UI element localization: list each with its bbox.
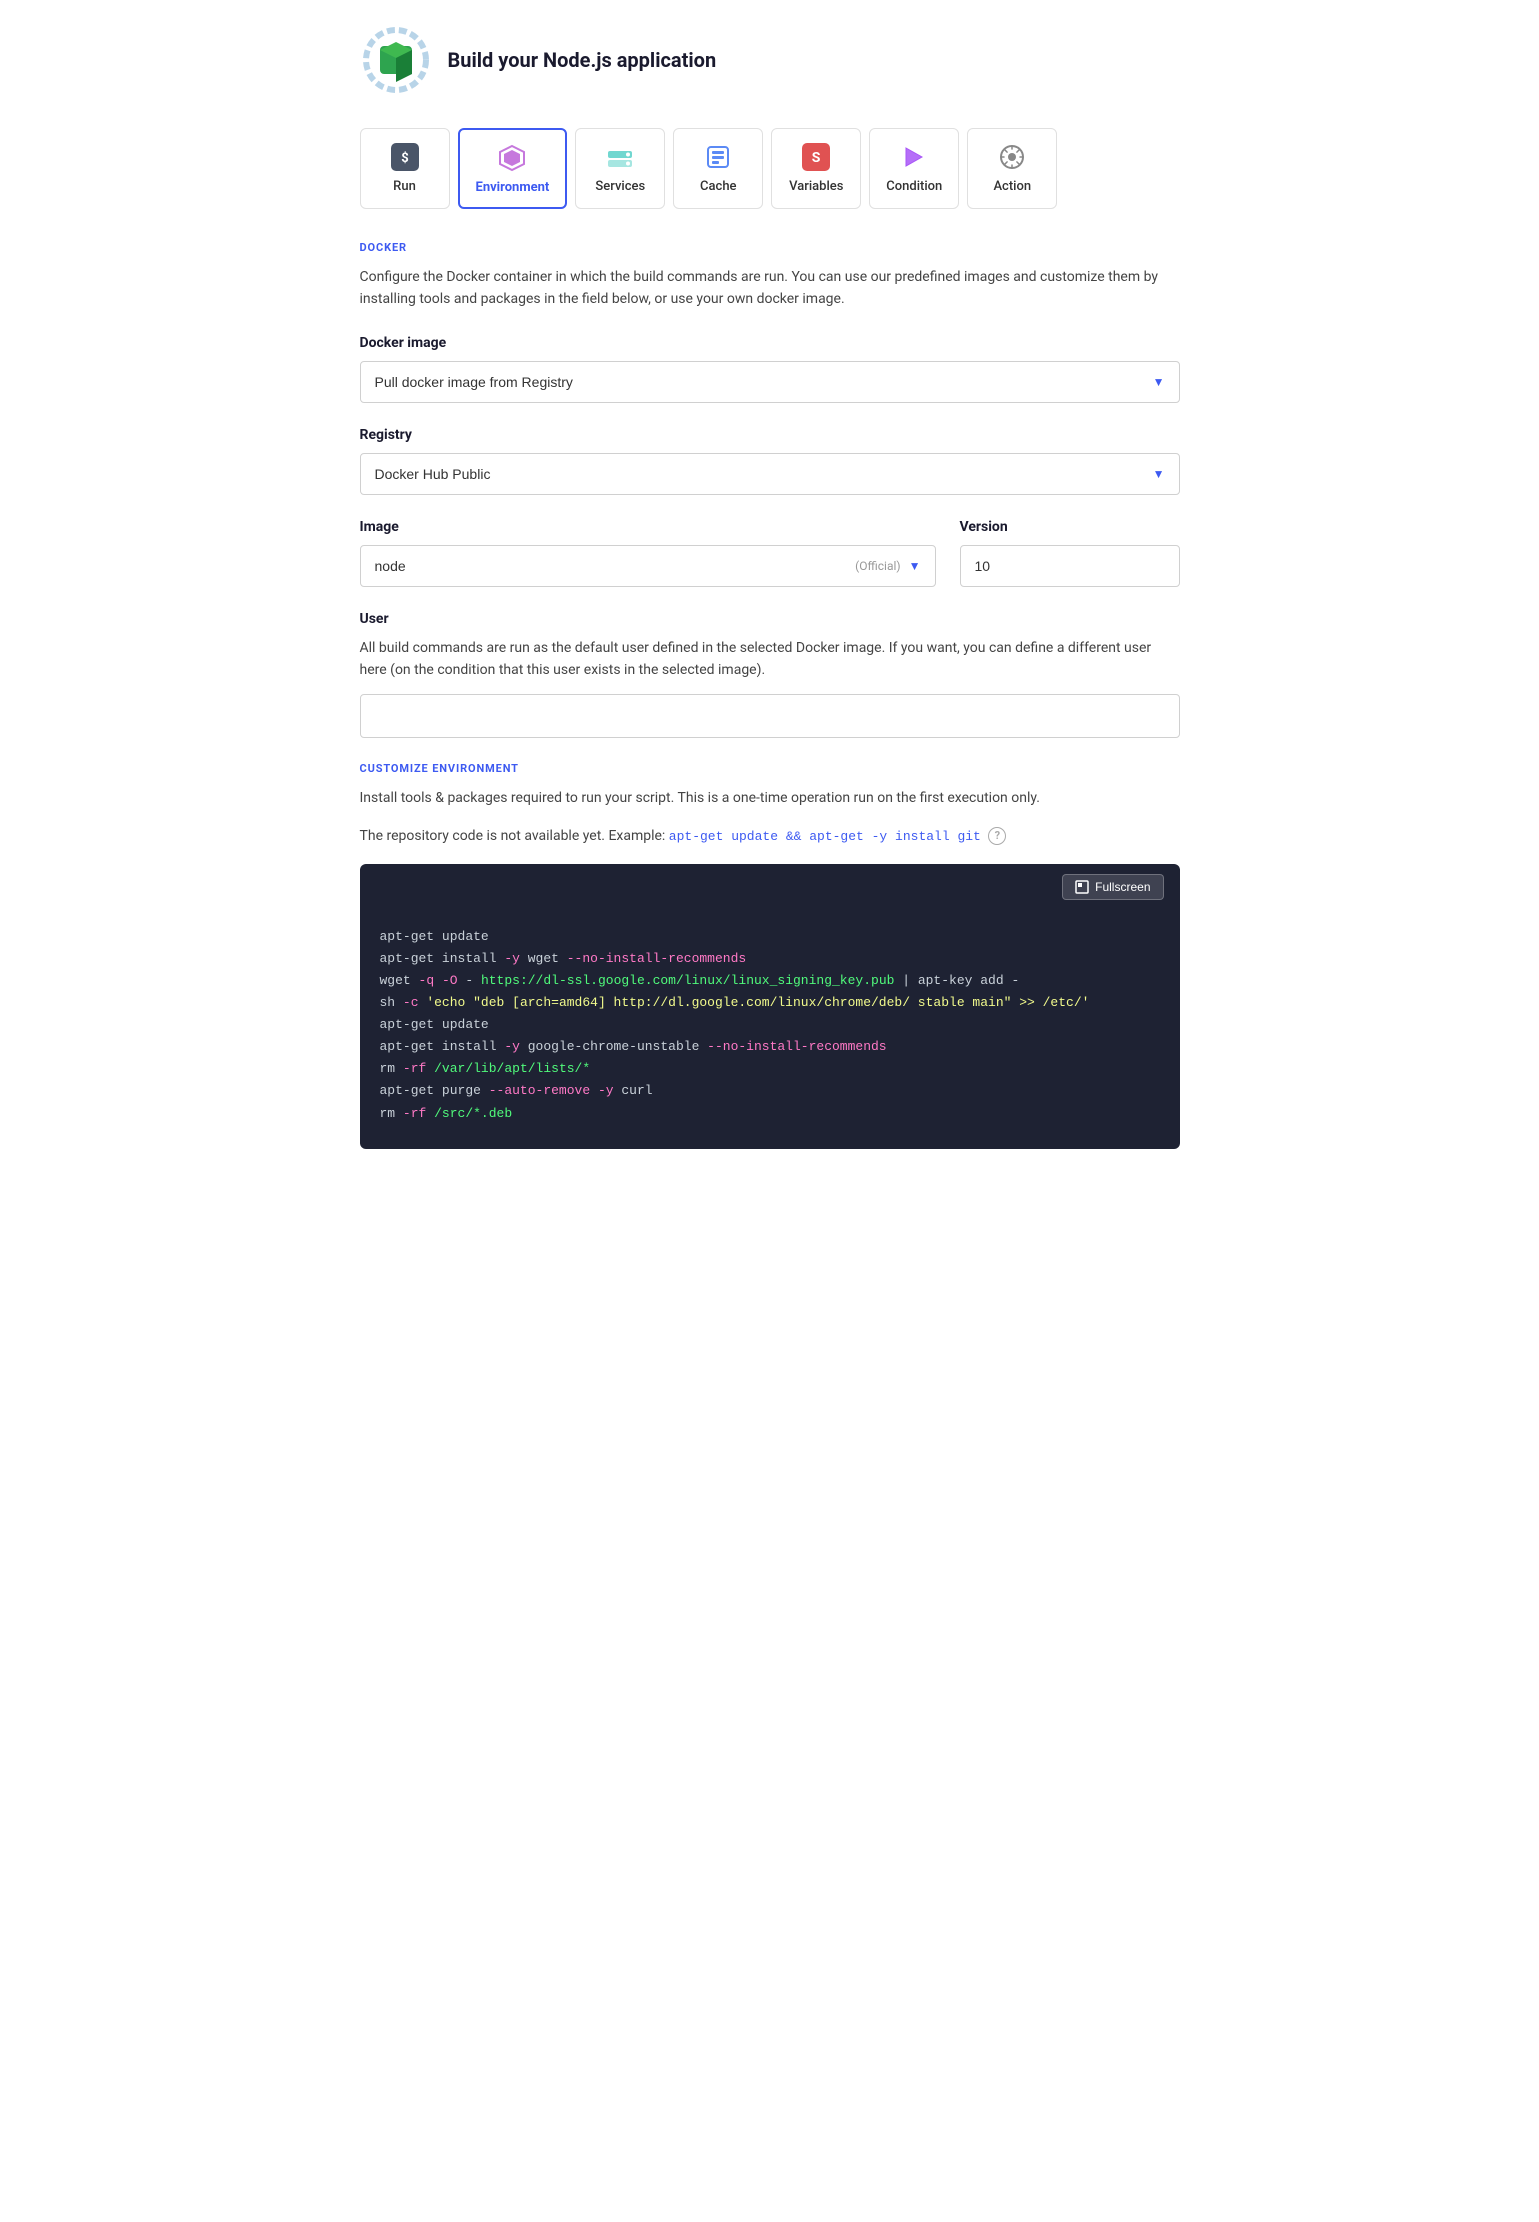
image-field: Image node (Official) ▼ <box>360 519 936 587</box>
environment-icon <box>496 142 528 174</box>
code-line-1: apt-get update <box>380 926 1160 948</box>
tab-variables-label: Variables <box>789 179 843 194</box>
tab-action[interactable]: Action <box>967 128 1057 209</box>
code-editor: Fullscreen apt-get update apt-get instal… <box>360 864 1180 1149</box>
registry-field: Registry Docker Hub Public ▼ <box>360 427 1180 495</box>
code-line-6: apt-get install -y google-chrome-unstabl… <box>380 1036 1160 1058</box>
code-example: apt-get update && apt-get -y install git <box>669 829 981 844</box>
version-input[interactable] <box>960 545 1180 587</box>
condition-icon <box>898 141 930 173</box>
tab-condition-label: Condition <box>886 179 942 194</box>
docker-section: DOCKER Configure the Docker container in… <box>360 241 1180 587</box>
tab-services[interactable]: Services <box>575 128 665 209</box>
logo-icon <box>360 24 432 96</box>
code-line-9: rm -rf /src/*.deb <box>380 1103 1160 1125</box>
image-select-wrapper[interactable]: node (Official) ▼ <box>360 545 936 587</box>
customize-description: Install tools & packages required to run… <box>360 787 1180 809</box>
user-input[interactable] <box>360 694 1180 738</box>
tab-run-label: Run <box>393 179 416 194</box>
image-dropdown-arrow: ▼ <box>909 559 921 573</box>
svg-text:$: $ <box>401 151 408 166</box>
tab-action-label: Action <box>993 179 1031 194</box>
registry-select-wrapper[interactable]: Docker Hub Public ▼ <box>360 453 1180 495</box>
code-line-2: apt-get install -y wget --no-install-rec… <box>380 948 1160 970</box>
help-icon[interactable]: ? <box>988 827 1006 845</box>
page-header: Build your Node.js application <box>360 24 1180 96</box>
code-line-5: apt-get update <box>380 1014 1160 1036</box>
fullscreen-button[interactable]: Fullscreen <box>1062 874 1163 900</box>
tab-run[interactable]: $ Run <box>360 128 450 209</box>
logo-container <box>360 24 432 96</box>
tab-cache-label: Cache <box>700 179 736 194</box>
tab-services-label: Services <box>595 179 645 194</box>
code-line-8: apt-get purge --auto-remove -y curl <box>380 1080 1160 1102</box>
registry-select[interactable]: Docker Hub Public <box>361 454 1179 494</box>
fullscreen-icon <box>1075 880 1089 894</box>
tab-variables[interactable]: S Variables <box>771 128 861 209</box>
image-label: Image <box>360 519 936 535</box>
variables-icon: S <box>800 141 832 173</box>
page-title: Build your Node.js application <box>448 48 717 72</box>
image-official-tag: (Official) <box>855 559 900 573</box>
user-label: User <box>360 611 1180 627</box>
code-line-4: sh -c 'echo "deb [arch=amd64] http://dl.… <box>380 992 1160 1014</box>
tab-condition[interactable]: Condition <box>869 128 959 209</box>
docker-image-label: Docker image <box>360 335 1180 351</box>
tab-environment-label: Environment <box>476 180 550 195</box>
svg-text:S: S <box>812 150 821 166</box>
docker-image-select[interactable]: Pull docker image from Registry <box>361 362 1179 402</box>
version-field: Version <box>960 519 1180 587</box>
tab-environment[interactable]: Environment <box>458 128 568 209</box>
image-select[interactable]: node <box>375 546 856 586</box>
customize-label: CUSTOMIZE ENVIRONMENT <box>360 762 1180 775</box>
user-section: User All build commands are run as the d… <box>360 611 1180 738</box>
code-content[interactable]: apt-get update apt-get install -y wget -… <box>360 910 1180 1149</box>
customize-description2: The repository code is not available yet… <box>360 825 1180 848</box>
user-description: All build commands are run as the defaul… <box>360 637 1180 682</box>
code-line-7: rm -rf /var/lib/apt/lists/* <box>380 1058 1160 1080</box>
run-icon: $ <box>389 141 421 173</box>
fullscreen-label: Fullscreen <box>1095 880 1150 894</box>
code-editor-toolbar: Fullscreen <box>360 864 1180 910</box>
registry-label: Registry <box>360 427 1180 443</box>
image-version-row: Image node (Official) ▼ Version <box>360 519 1180 587</box>
docker-image-field: Docker image Pull docker image from Regi… <box>360 335 1180 403</box>
services-icon <box>604 141 636 173</box>
customize-section: CUSTOMIZE ENVIRONMENT Install tools & pa… <box>360 762 1180 1149</box>
tab-bar: $ Run Environment Services <box>360 128 1180 209</box>
tab-cache[interactable]: Cache <box>673 128 763 209</box>
docker-section-label: DOCKER <box>360 241 1180 254</box>
version-label: Version <box>960 519 1180 535</box>
action-icon <box>996 141 1028 173</box>
docker-image-select-wrapper[interactable]: Pull docker image from Registry ▼ <box>360 361 1180 403</box>
docker-description: Configure the Docker container in which … <box>360 266 1180 311</box>
code-line-3: wget -q -O - https://dl-ssl.google.com/l… <box>380 970 1160 992</box>
cache-icon <box>702 141 734 173</box>
